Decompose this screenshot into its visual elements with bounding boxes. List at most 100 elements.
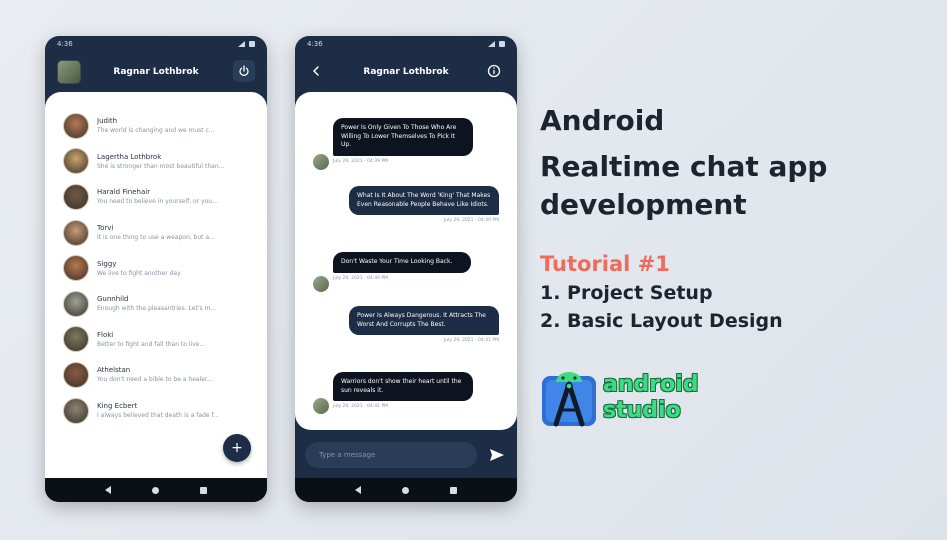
status-time: 4:36 — [57, 40, 73, 48]
user-name: Harald Finehair — [97, 188, 151, 197]
user-list-item[interactable]: Torvi It is one thing to use a weapon, bu… — [45, 215, 267, 251]
send-icon — [490, 449, 504, 461]
user-last-message: You don't need a bible to be a healer... — [97, 376, 213, 384]
message-bubble: What Is It About The Word 'King' That Ma… — [349, 186, 499, 215]
nav-home-icon[interactable] — [401, 486, 409, 494]
users-phone: 4:36 Ragnar Lothbrok Judith The world is … — [45, 36, 267, 502]
step-project-setup: 1. Project Setup — [540, 282, 713, 304]
user-name: Torvi — [97, 224, 114, 233]
sender-avatar — [313, 276, 329, 292]
sent-message: Power Is Always Dangerous. It Attracts T… — [349, 306, 499, 343]
message-bubble: Don't Waste Your Time Looking Back. — [333, 252, 471, 273]
status-icons — [238, 41, 255, 47]
nav-back-icon[interactable] — [105, 486, 112, 494]
logo-text-studio: studio — [603, 398, 681, 423]
user-last-message: Enough with the pleasantries. Let's m... — [97, 305, 217, 313]
status-time: 4:36 — [307, 40, 323, 48]
info-icon — [487, 64, 501, 78]
sent-message: What Is It About The Word 'King' That Ma… — [349, 186, 499, 223]
battery-icon — [249, 41, 255, 47]
message-time: July 29, 2021 - 04:40 PM — [333, 275, 389, 281]
user-last-message: Better to fight and fall than to live... — [97, 340, 206, 348]
user-avatar — [63, 397, 89, 424]
user-name: Athelstan — [97, 366, 131, 375]
user-last-message: The world is changing and we must c... — [97, 127, 215, 135]
nav-back-icon[interactable] — [355, 486, 362, 494]
app-bar: Ragnar Lothbrok — [295, 54, 517, 90]
user-list-item[interactable]: Floki Better to fight and fall than to li… — [45, 322, 267, 358]
user-list: Judith The world is changing and we must … — [45, 108, 267, 428]
user-list-item[interactable]: Harald Finehair You need to believe in yo… — [45, 179, 267, 215]
logo-text-android: android — [603, 372, 699, 397]
user-avatar — [63, 361, 89, 388]
android-studio-logo-icon — [542, 372, 596, 427]
received-message: Don't Waste Your Time Looking Back. July … — [333, 252, 471, 281]
user-avatar — [63, 255, 89, 282]
message-bubble: Warriors don't show their heart until th… — [333, 372, 473, 401]
message-bubble: Power Is Always Dangerous. It Attracts T… — [349, 306, 499, 335]
sender-avatar — [313, 398, 329, 414]
headline-android: Android — [540, 104, 665, 137]
user-avatar — [63, 148, 89, 175]
battery-icon — [499, 41, 505, 47]
chat-phone: 4:36 Ragnar Lothbrok Power Is Only Given… — [295, 36, 517, 502]
status-bar: 4:36 — [45, 36, 267, 52]
user-last-message: We live to fight another day — [97, 269, 181, 277]
message-input-container — [305, 442, 477, 468]
message-time: July 29, 2021 - 04:40 PM — [443, 218, 499, 223]
system-nav-bar — [295, 478, 517, 502]
logout-button[interactable] — [233, 60, 255, 82]
users-panel: Judith The world is changing and we must … — [45, 92, 267, 478]
user-last-message: I always believed that death is a fade f… — [97, 412, 219, 420]
user-list-item[interactable]: Judith The world is changing and we must … — [45, 108, 267, 144]
user-avatar — [63, 219, 89, 246]
back-button[interactable] — [305, 60, 327, 82]
headline-development: development — [540, 188, 747, 221]
plus-icon: + — [231, 440, 243, 456]
user-list-item[interactable]: King Ecbert I always believed that death … — [45, 393, 267, 429]
message-bubble: Power Is Only Given To Those Who Are Wil… — [333, 118, 473, 156]
send-button[interactable] — [487, 445, 507, 465]
user-avatar — [63, 112, 89, 139]
power-icon — [239, 65, 249, 76]
status-bar: 4:36 — [295, 36, 517, 52]
user-name: King Ecbert — [97, 402, 138, 411]
info-button[interactable] — [483, 60, 505, 82]
headline-realtime: Realtime chat app — [540, 150, 828, 183]
user-avatar — [63, 326, 89, 353]
message-time: July 29, 2021 - 04:41 PM — [443, 338, 499, 343]
user-list-item[interactable]: Athelstan You don't need a bible to be a … — [45, 357, 267, 393]
new-chat-button[interactable]: + — [223, 434, 251, 462]
app-bar-title: Ragnar Lothbrok — [363, 67, 449, 77]
user-list-item[interactable]: Gunnhild Enough with the pleasantries. Le… — [45, 286, 267, 322]
user-list-item[interactable]: Lagertha Lothbrok She is stronger than mo… — [45, 144, 267, 180]
user-avatar — [63, 183, 89, 210]
user-avatar-square[interactable] — [57, 60, 81, 84]
status-icons — [488, 41, 505, 47]
user-name: Floki — [97, 330, 114, 339]
message-time: July 29, 2021 - 04:41 PM — [333, 404, 389, 409]
message-time: July 29, 2021 - 04:39 PM — [333, 158, 389, 164]
user-name: Siggy — [97, 259, 117, 268]
app-bar: Ragnar Lothbrok — [45, 54, 267, 90]
app-bar-title: Ragnar Lothbrok — [113, 67, 199, 77]
signal-icon — [238, 41, 245, 47]
back-arrow-icon — [313, 66, 319, 76]
nav-recent-icon[interactable] — [199, 486, 207, 494]
message-input[interactable] — [317, 450, 477, 460]
signal-icon — [488, 41, 495, 47]
chat-messages: Power Is Only Given To Those Who Are Wil… — [295, 92, 517, 430]
nav-recent-icon[interactable] — [449, 486, 457, 494]
step-basic-layout: 2. Basic Layout Design — [540, 310, 783, 332]
user-last-message: She is stronger than most beautiful than… — [97, 162, 225, 170]
user-name: Judith — [97, 117, 118, 126]
user-last-message: It is one thing to use a weapon, but a..… — [97, 234, 215, 242]
user-name: Gunnhild — [97, 295, 129, 304]
received-message: Power Is Only Given To Those Who Are Wil… — [333, 118, 473, 164]
tutorial-label: Tutorial #1 — [540, 252, 670, 276]
user-list-item[interactable]: Siggy We live to fight another day — [45, 250, 267, 286]
nav-home-icon[interactable] — [151, 486, 159, 494]
received-message: Warriors don't show their heart until th… — [333, 372, 473, 409]
user-avatar — [63, 290, 89, 317]
sender-avatar — [313, 154, 329, 170]
